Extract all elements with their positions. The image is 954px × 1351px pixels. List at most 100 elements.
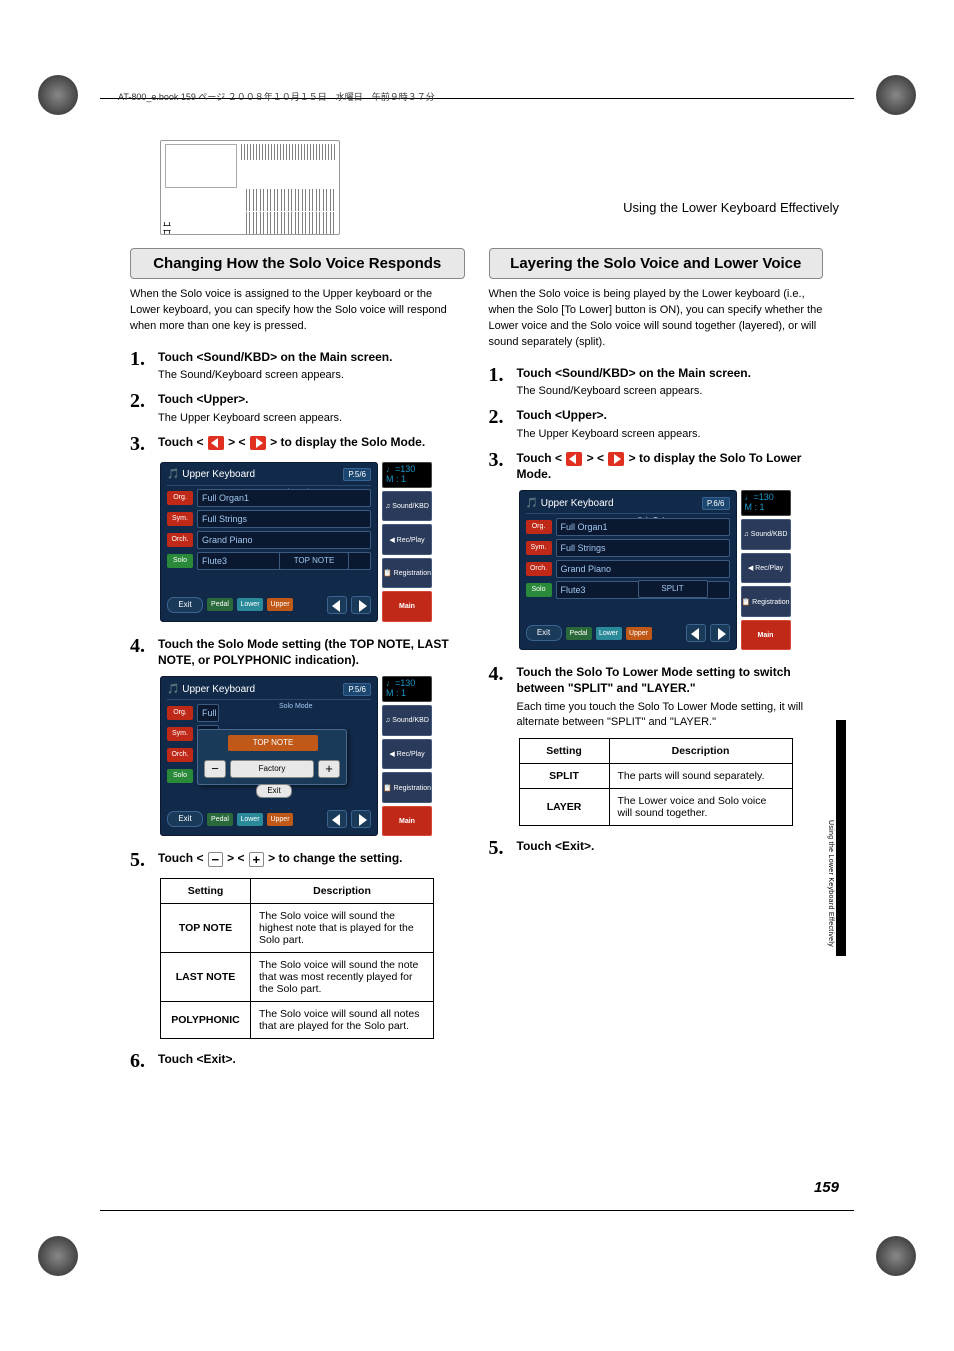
rec-play-button[interactable]: ◀ Rec/Play (382, 524, 432, 555)
registration-button[interactable]: 📋 Registration (382, 772, 432, 803)
next-arrow[interactable] (351, 810, 371, 828)
tag-orch[interactable]: Orch. (526, 562, 552, 576)
tag-solo[interactable]: Solo (526, 583, 552, 597)
tempo-display: ♩=130M : 1 (382, 676, 432, 702)
arrow-right-icon (250, 436, 266, 450)
arrow-right-icon (608, 452, 624, 466)
step-title: Touch <Sound/KBD> on the Main screen. (517, 365, 824, 381)
step-num: 5. (130, 850, 148, 870)
tag-sym[interactable]: Sym. (167, 512, 193, 526)
popup-exit-button[interactable]: Exit (256, 784, 292, 798)
plus-button[interactable]: + (318, 760, 340, 778)
voice-cell[interactable]: Full Organ1 (197, 489, 371, 507)
step-title: Touch < − > < + > to change the setting. (158, 850, 465, 866)
lower-button[interactable]: Lower (237, 598, 263, 611)
exit-button[interactable]: Exit (167, 811, 203, 827)
tag-solo[interactable]: Solo (167, 554, 193, 568)
rec-play-button[interactable]: ◀ Rec/Play (741, 553, 791, 584)
step-title: Touch <Exit>. (517, 838, 824, 854)
main-button[interactable]: Main (382, 806, 432, 837)
step-num: 1. (130, 349, 148, 369)
prev-arrow[interactable] (327, 810, 347, 828)
main-button[interactable]: Main (741, 620, 791, 651)
screenshot-upper-keyboard-1: 🎵 Upper Keyboard P.5/6 Solo Mode Org.Ful… (160, 462, 432, 622)
step-r3: 3. Touch < > < > to display the Solo To … (489, 450, 824, 482)
step-num: 6. (130, 1051, 148, 1071)
voice-cell[interactable]: Full Organ1 (556, 518, 730, 536)
tag-orch[interactable]: Orch. (167, 533, 193, 547)
page-badge: P.5/6 (343, 683, 371, 696)
registration-button[interactable]: 📋 Registration (741, 586, 791, 617)
th-setting: Setting (519, 739, 609, 764)
section-title-right: Layering the Solo Voice and Lower Voice (489, 248, 824, 279)
tag-org[interactable]: Org. (167, 491, 193, 505)
tag-org[interactable]: Org. (167, 706, 193, 720)
section-header: Using the Lower Keyboard Effectively (623, 200, 839, 215)
table-desc: The Solo voice will sound all notes that… (251, 1002, 434, 1039)
step-r1: 1. Touch <Sound/KBD> on the Main screen.… (489, 365, 824, 400)
settings-table-right: SettingDescription SPLITThe parts will s… (519, 738, 793, 826)
step-l3: 3. Touch < > < > to display the Solo Mod… (130, 434, 465, 454)
lower-button[interactable]: Lower (596, 627, 622, 640)
pedal-button[interactable]: Pedal (566, 627, 592, 640)
product-diagram (160, 140, 340, 235)
step-num: 2. (489, 407, 507, 427)
text: > to display the Solo Mode. (267, 435, 425, 449)
corner-marker-bl (38, 1236, 78, 1276)
prev-arrow[interactable] (686, 624, 706, 642)
tag-orch[interactable]: Orch. (167, 748, 193, 762)
value-popup: TOP NOTE − Factory + Exit (197, 729, 347, 785)
page-badge: P.6/6 (702, 497, 730, 510)
step-body: The Upper Keyboard screen appears. (158, 411, 465, 426)
arrow-left-icon (208, 436, 224, 450)
upper-button[interactable]: Upper (267, 598, 293, 611)
upper-button[interactable]: Upper (626, 627, 652, 640)
exit-button[interactable]: Exit (167, 597, 203, 613)
sound-kbd-button[interactable]: ♫ Sound/KBD (382, 491, 432, 522)
solo-to-lower-value[interactable]: SPLIT (638, 580, 708, 598)
voice-cell[interactable]: Full Strings (556, 539, 730, 557)
th-description: Description (251, 879, 434, 904)
exit-button[interactable]: Exit (526, 625, 562, 641)
sound-kbd-button[interactable]: ♫ Sound/KBD (382, 705, 432, 736)
tag-sym[interactable]: Sym. (526, 541, 552, 555)
factory-button[interactable]: Factory (230, 760, 314, 778)
pedal-button[interactable]: Pedal (207, 813, 233, 826)
voice-cell[interactable]: Full Strings (197, 510, 371, 528)
page-badge: P.5/6 (343, 468, 371, 481)
table-key: LAST NOTE (161, 953, 251, 1002)
next-arrow[interactable] (710, 624, 730, 642)
next-arrow[interactable] (351, 596, 371, 614)
step-title: Touch the Solo Mode setting (the TOP NOT… (158, 636, 465, 668)
rec-play-button[interactable]: ◀ Rec/Play (382, 739, 432, 770)
step-num: 4. (130, 636, 148, 656)
left-column: Changing How the Solo Voice Responds Whe… (130, 248, 465, 1148)
screenshot-upper-keyboard-2: 🎵 Upper Keyboard P.5/6 Solo Mode Org.Ful… (160, 676, 432, 836)
sound-kbd-button[interactable]: ♫ Sound/KBD (741, 519, 791, 550)
voice-cell[interactable]: Grand Piano (556, 560, 730, 578)
tag-sym[interactable]: Sym. (167, 727, 193, 741)
step-l2: 2. Touch <Upper>. The Upper Keyboard scr… (130, 391, 465, 426)
corner-marker-tl (38, 75, 78, 115)
step-r5: 5. Touch <Exit>. (489, 838, 824, 858)
pedal-button[interactable]: Pedal (207, 598, 233, 611)
main-button[interactable]: Main (382, 591, 432, 622)
tag-solo[interactable]: Solo (167, 769, 193, 783)
minus-button[interactable]: − (204, 760, 226, 778)
voice-cell[interactable]: Grand Piano (197, 531, 371, 549)
upper-button[interactable]: Upper (267, 813, 293, 826)
step-body: The Sound/Keyboard screen appears. (158, 368, 465, 383)
solo-mode-value[interactable]: TOP NOTE (279, 552, 349, 570)
settings-table-left: SettingDescription TOP NOTEThe Solo voic… (160, 878, 434, 1039)
header-title: Upper Keyboard (182, 684, 255, 695)
step-title: Touch <Sound/KBD> on the Main screen. (158, 349, 465, 365)
th-description: Description (609, 739, 792, 764)
voice-cell[interactable]: Full (197, 704, 219, 722)
registration-button[interactable]: 📋 Registration (382, 558, 432, 589)
tag-org[interactable]: Org. (526, 520, 552, 534)
text: Touch < (517, 451, 566, 465)
step-num: 5. (489, 838, 507, 858)
prev-arrow[interactable] (327, 596, 347, 614)
arrow-left-icon (566, 452, 582, 466)
lower-button[interactable]: Lower (237, 813, 263, 826)
